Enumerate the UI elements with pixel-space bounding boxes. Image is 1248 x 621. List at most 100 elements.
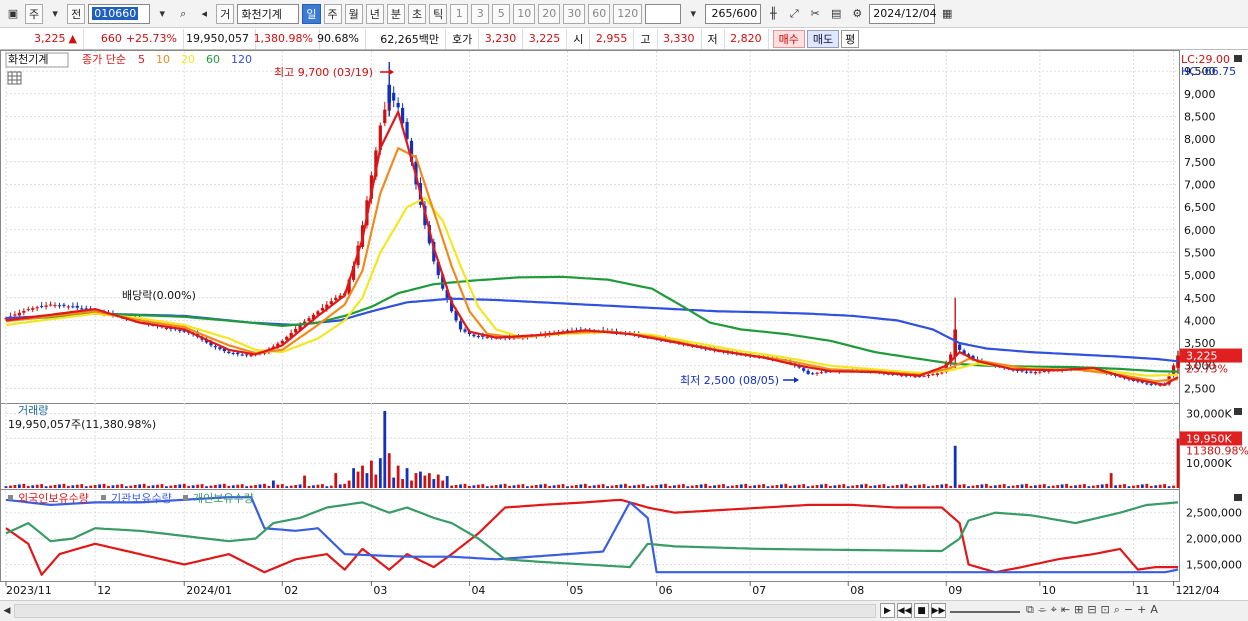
arrange-icon[interactable]: ⇤ — [1061, 603, 1070, 617]
volume-bar — [356, 471, 360, 488]
bid-price: 3,230 — [479, 28, 524, 49]
price-candle — [472, 334, 476, 337]
low-price: 2,820 — [725, 28, 769, 49]
chart-scrollbar[interactable]: ◀ ▶ ◀◀ ■ ▶▶ ⧉ ⌯ ⌖ ⇤ ⊞ ⊟ ⊡ ⌕ − + A — [0, 600, 1248, 621]
volume-bar — [227, 485, 231, 488]
volume-bar — [557, 484, 560, 488]
price-candle — [815, 372, 819, 374]
volume-bar — [949, 485, 953, 488]
rewind-icon[interactable]: ◀◀ — [897, 603, 912, 618]
calendar-icon[interactable]: ▦ — [938, 4, 956, 24]
average-button[interactable]: 평 — [841, 29, 860, 48]
volume-bar — [668, 485, 672, 488]
fit-icon[interactable]: ⊡ — [1101, 603, 1110, 617]
price-candle — [26, 309, 30, 311]
period-month[interactable]: 월 — [344, 3, 363, 24]
period-second[interactable]: 초 — [408, 3, 427, 24]
prev-button[interactable]: 전 — [67, 3, 86, 24]
scissors-icon[interactable]: ✂ — [806, 4, 824, 24]
volume-bar — [329, 485, 333, 488]
stock-code-input[interactable]: 010660 — [88, 3, 151, 24]
volume-bar — [98, 484, 101, 488]
volume-bar — [13, 485, 17, 488]
buy-button[interactable]: 매수 — [772, 29, 805, 48]
dropdown-icon[interactable]: ▾ — [153, 4, 171, 24]
interval-60[interactable]: 60 — [588, 3, 611, 24]
save-icon[interactable]: ▤ — [827, 4, 845, 24]
draw-icon[interactable]: ⤢ — [785, 4, 803, 24]
zoom-icon[interactable]: ⌕ — [1114, 603, 1120, 617]
sell-button[interactable]: 매도 — [806, 29, 840, 48]
layout-icon[interactable]: ⊞ — [1074, 603, 1083, 617]
x-tick-label: 02 — [284, 584, 298, 597]
stock-name-field[interactable]: 화천기계 — [237, 3, 300, 24]
window-tile-icon[interactable]: ⧉ — [1026, 603, 1034, 617]
volume-bar — [1096, 485, 1100, 488]
play-icon[interactable]: ▶ — [880, 603, 895, 618]
interval-5[interactable]: 5 — [492, 3, 511, 24]
volume-bar — [160, 484, 164, 488]
zoom-in-icon[interactable]: + — [1137, 603, 1146, 617]
date-input[interactable]: 2024/12/04 — [869, 3, 937, 24]
volume-bar — [129, 485, 133, 488]
interval-30[interactable]: 30 — [563, 3, 586, 24]
text-size-icon[interactable]: A — [1150, 603, 1158, 617]
search-icon[interactable]: ⌕ — [174, 4, 192, 24]
split-icon[interactable]: ⊟ — [1087, 603, 1096, 617]
period-week[interactable]: 주 — [323, 3, 342, 24]
volume-bar — [860, 484, 864, 488]
price-candle — [810, 373, 815, 375]
volume-bar — [619, 484, 623, 488]
volume-bar — [107, 485, 110, 488]
interval-1[interactable]: 1 — [450, 3, 469, 24]
zoom-out-icon[interactable]: − — [1124, 603, 1133, 617]
volume-bar — [133, 485, 137, 488]
count-max: /600 — [732, 7, 758, 20]
count-input[interactable]: 265/600 — [705, 3, 762, 24]
volume-bar — [1011, 485, 1015, 488]
ma-period-120-label: 120 — [231, 53, 252, 66]
period-year[interactable]: 년 — [365, 3, 384, 24]
volume-bar — [864, 483, 868, 488]
chevron-down-icon[interactable]: ▾ — [684, 4, 702, 24]
interval-10[interactable]: 10 — [513, 3, 536, 24]
volume-bar — [142, 483, 146, 488]
volume-bar — [735, 485, 739, 488]
period-tick[interactable]: 틱 — [429, 3, 448, 24]
stop-icon[interactable]: ■ — [914, 603, 929, 618]
compare-icon[interactable]: ⌯ — [1038, 603, 1047, 617]
volume-bar — [548, 485, 552, 488]
volume-bar — [124, 486, 128, 488]
gear-icon[interactable]: ⚙ — [848, 4, 866, 24]
stock-chart[interactable]: 2,5003,0003,5004,0004,5005,0005,5006,000… — [0, 50, 1248, 600]
volume-bar — [66, 485, 70, 488]
volume-bar — [673, 485, 676, 488]
type-select[interactable]: 주 — [25, 3, 44, 24]
volume-bar — [1025, 483, 1028, 488]
speaker-icon[interactable]: ◂ — [195, 4, 213, 24]
scroll-left-icon[interactable]: ◀ — [0, 603, 14, 619]
volume-bar — [922, 484, 926, 488]
volume-bar — [1109, 473, 1113, 488]
volume-bar — [958, 484, 962, 488]
ma10-line — [5, 147, 1179, 383]
custom-interval-input[interactable] — [645, 3, 682, 24]
chevron-down-icon[interactable]: ▾ — [46, 4, 64, 24]
interval-3[interactable]: 3 — [471, 3, 490, 24]
period-minute[interactable]: 분 — [386, 3, 405, 24]
crosshair-icon[interactable]: ⌖ — [1051, 603, 1057, 617]
price-candle — [48, 304, 53, 306]
scroll-track[interactable] — [14, 604, 876, 618]
volume-bar — [187, 485, 191, 488]
market-label[interactable]: 거 — [216, 3, 235, 24]
price-candle — [485, 337, 489, 339]
high-arrow-head — [389, 69, 394, 75]
last-price-label: 3,225 — [1186, 350, 1218, 363]
forward-icon[interactable]: ▶▶ — [931, 603, 946, 618]
candle-icon[interactable]: ╫ — [764, 4, 782, 24]
interval-120[interactable]: 120 — [613, 3, 643, 24]
zoom-slider[interactable] — [950, 611, 1020, 613]
interval-20[interactable]: 20 — [538, 3, 561, 24]
window-icon[interactable]: ▣ — [4, 4, 22, 24]
period-day[interactable]: 일 — [302, 3, 321, 24]
